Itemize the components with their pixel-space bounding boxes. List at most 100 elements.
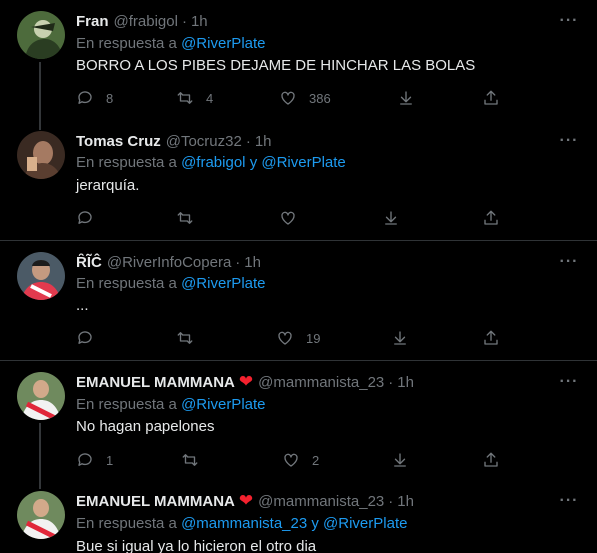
tweet[interactable]: Tomas Cruz @Tocruz32 · 1h ··· En respues… — [0, 122, 597, 240]
avatar[interactable] — [17, 252, 65, 300]
user-handle[interactable]: @RiverInfoCopera — [107, 254, 231, 271]
display-name[interactable]: Fran — [76, 13, 109, 30]
share-button[interactable] — [482, 208, 500, 228]
tweet[interactable]: EMANUEL MAMMANA ❤ @mammanista_23 · 1h ··… — [0, 483, 597, 553]
retweet-button[interactable] — [176, 328, 206, 348]
mention-link[interactable]: @RiverPlate — [261, 154, 345, 171]
separator-dot: · — [388, 373, 394, 391]
tweet-actions: 8 4 386 — [76, 88, 506, 108]
tweet-actions: 1 2 — [76, 450, 506, 470]
heart-emoji: ❤ — [238, 491, 254, 510]
like-icon — [284, 453, 298, 467]
download-icon — [394, 331, 406, 345]
reply-button[interactable] — [76, 208, 106, 228]
retweet-icon — [177, 92, 193, 104]
like-button[interactable]: 386 — [279, 88, 331, 108]
avatar[interactable] — [17, 131, 65, 179]
mention-link[interactable]: @RiverPlate — [181, 275, 265, 292]
retweet-button[interactable]: 4 — [176, 88, 213, 108]
display-name[interactable]: ȒĨĈ — [76, 254, 102, 271]
reply-count: 1 — [106, 452, 114, 468]
retweet-button[interactable] — [176, 208, 206, 228]
reply-button[interactable]: 1 — [76, 450, 113, 470]
tweet-header: ȒĨĈ @RiverInfoCopera · 1h — [76, 252, 261, 272]
download-icon — [394, 453, 406, 467]
download-button[interactable] — [382, 208, 400, 228]
download-button[interactable] — [397, 88, 415, 108]
mention-link[interactable]: @frabigol — [181, 154, 245, 171]
timestamp[interactable]: 1h — [397, 374, 414, 391]
reply-icon — [78, 91, 92, 104]
timestamp[interactable]: 1h — [397, 493, 414, 510]
tweet[interactable]: ȒĨĈ @RiverInfoCopera · 1h ··· En respues… — [0, 241, 597, 360]
download-button[interactable] — [391, 328, 409, 348]
tweet[interactable]: EMANUEL MAMMANA ❤ @mammanista_23 · 1h ··… — [0, 361, 597, 483]
reply-prefix: En respuesta a — [76, 35, 177, 52]
more-options-icon[interactable]: ··· — [559, 131, 579, 151]
tweet-text: Bue si igual ya lo hicieron el otro dia — [76, 538, 317, 553]
reply-icon — [78, 211, 92, 224]
reply-prefix: En respuesta a — [76, 275, 177, 292]
tweet-text: BORRO A LOS PIBES DEJAME DE HINCHAR LAS … — [76, 57, 476, 74]
share-icon — [484, 90, 498, 105]
more-options-icon[interactable]: ··· — [559, 491, 579, 511]
like-button[interactable] — [279, 208, 309, 228]
like-count: 2 — [312, 452, 320, 468]
thread-line — [39, 62, 41, 122]
avatar[interactable] — [17, 372, 65, 420]
retweet-count: 4 — [206, 90, 214, 106]
thread-line — [39, 423, 41, 483]
reply-prefix: En respuesta a — [76, 154, 177, 171]
tweet-actions — [76, 208, 506, 228]
share-button[interactable] — [482, 88, 500, 108]
reply-prefix: En respuesta a — [76, 396, 177, 413]
retweet-button[interactable] — [181, 450, 211, 470]
tweet-feed: Fran @frabigol · 1h ··· En respuesta a @… — [0, 0, 597, 553]
tweet-header: Fran @frabigol · 1h — [76, 11, 208, 31]
tweet-header: EMANUEL MAMMANA ❤ @mammanista_23 · 1h — [76, 372, 414, 392]
display-name[interactable]: Tomas Cruz — [76, 133, 161, 150]
user-handle[interactable]: @mammanista_23 — [258, 374, 384, 391]
display-name[interactable]: EMANUEL MAMMANA — [76, 374, 235, 391]
download-icon — [400, 91, 412, 105]
mention-link[interactable]: @mammanista_23 — [181, 515, 307, 532]
more-options-icon[interactable]: ··· — [559, 372, 579, 392]
avatar[interactable] — [17, 491, 65, 539]
tweet[interactable]: Fran @frabigol · 1h ··· En respuesta a @… — [0, 0, 597, 122]
reply-icon — [78, 453, 92, 466]
mention-joiner: y — [249, 154, 258, 171]
share-icon — [484, 452, 498, 467]
user-handle[interactable]: @frabigol — [114, 13, 178, 30]
share-icon — [484, 210, 498, 225]
thread-line — [39, 483, 41, 489]
reply-button[interactable] — [76, 328, 106, 348]
mention-link[interactable]: @RiverPlate — [181, 396, 265, 413]
mention-link[interactable]: @RiverPlate — [323, 515, 407, 532]
share-icon — [484, 330, 498, 345]
retweet-icon — [182, 454, 198, 466]
timestamp[interactable]: 1h — [244, 254, 261, 271]
avatar[interactable] — [17, 11, 65, 59]
like-icon — [281, 211, 295, 225]
download-button[interactable] — [391, 450, 409, 470]
reply-button[interactable]: 8 — [76, 88, 113, 108]
user-handle[interactable]: @mammanista_23 — [258, 493, 384, 510]
user-handle[interactable]: @Tocruz32 — [166, 133, 242, 150]
timestamp[interactable]: 1h — [191, 13, 208, 30]
like-count: 386 — [309, 90, 331, 106]
separator-dot: · — [235, 253, 241, 271]
like-icon — [278, 331, 292, 345]
more-options-icon[interactable]: ··· — [559, 252, 579, 272]
reply-icon — [78, 331, 92, 344]
like-button[interactable]: 2 — [282, 450, 319, 470]
display-name[interactable]: EMANUEL MAMMANA — [76, 493, 235, 510]
share-button[interactable] — [482, 328, 500, 348]
more-options-icon[interactable]: ··· — [559, 11, 579, 31]
like-button[interactable]: 19 — [276, 328, 320, 348]
tweet-header: Tomas Cruz @Tocruz32 · 1h — [76, 131, 272, 151]
share-button[interactable] — [482, 450, 500, 470]
timestamp[interactable]: 1h — [255, 133, 272, 150]
separator-dot: · — [181, 12, 187, 30]
download-icon — [385, 211, 397, 225]
mention-link[interactable]: @RiverPlate — [181, 35, 265, 52]
